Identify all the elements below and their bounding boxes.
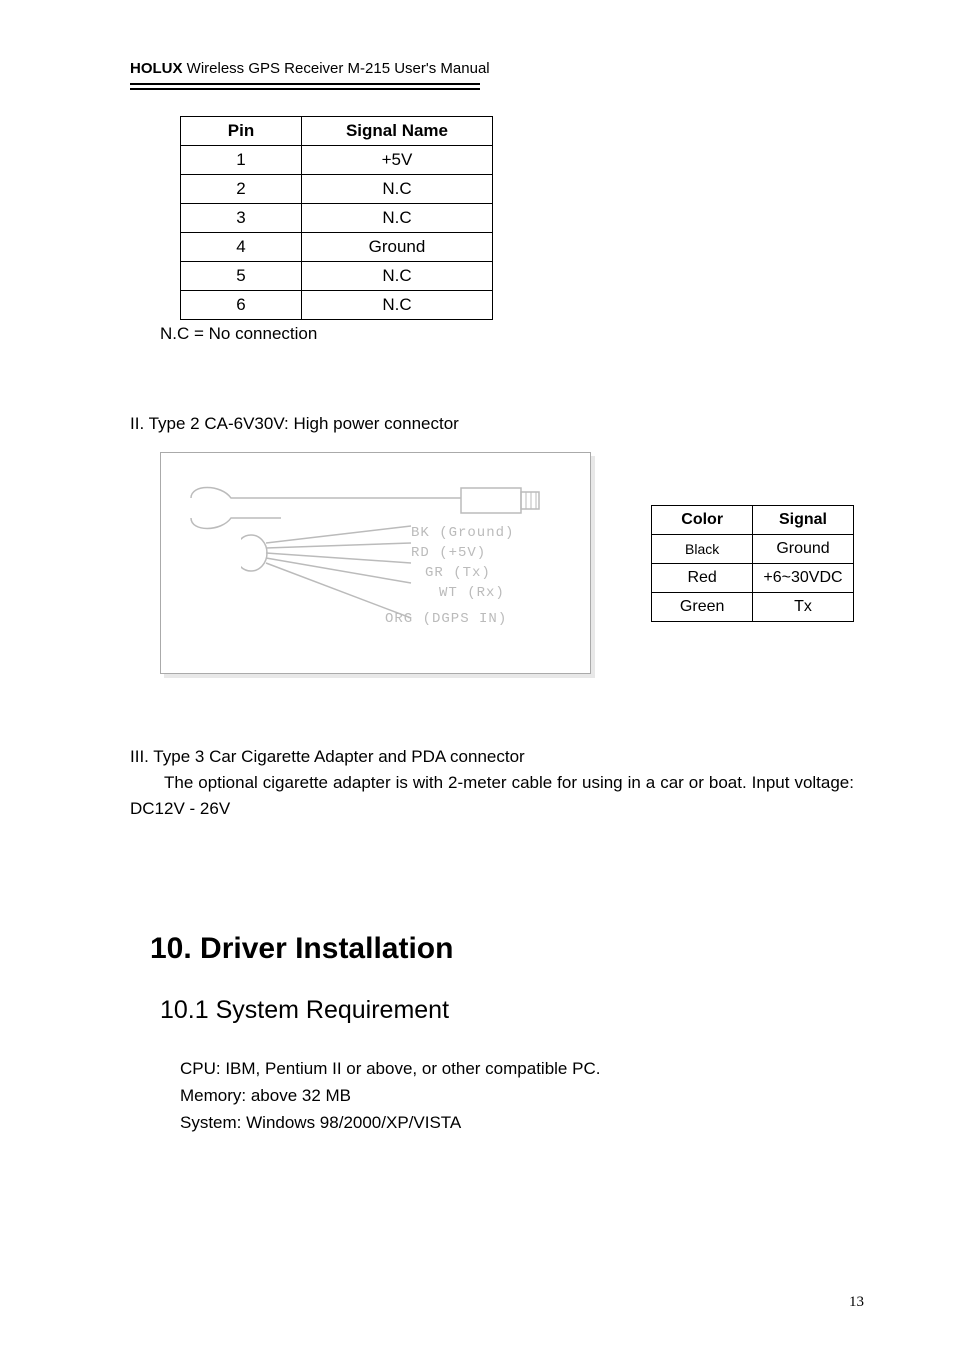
pin-header-pin: Pin — [181, 117, 302, 146]
pin-header-signal: Signal Name — [302, 117, 493, 146]
pin-cell: N.C — [302, 204, 493, 233]
label-wt: WT (Rx) — [439, 583, 571, 603]
pin-cell: 1 — [181, 146, 302, 175]
driver-title: 10. Driver Installation — [150, 932, 854, 966]
section-3-body: The optional cigarette adapter is with 2… — [130, 773, 854, 818]
color-header-signal: Signal — [753, 505, 854, 534]
color-table: Color Signal BlackGround Red+6~30VDC Gre… — [651, 505, 854, 622]
section-3: III. Type 3 Car Cigarette Adapter and PD… — [130, 744, 854, 822]
label-bk: BK (Ground) — [411, 523, 571, 543]
color-cell: Ground — [753, 534, 854, 563]
requirements: CPU: IBM, Pentium II or above, or other … — [180, 1055, 854, 1136]
label-rd: RD (+5V) — [411, 543, 571, 563]
header: HOLUX Wireless GPS Receiver M-215 User's… — [130, 60, 854, 77]
pin-cell: 6 — [181, 291, 302, 320]
color-header-color: Color — [652, 505, 753, 534]
color-cell: Red — [652, 563, 753, 592]
note-text: N.C = No connection — [160, 324, 854, 344]
pin-cell: 3 — [181, 204, 302, 233]
page-number: 13 — [849, 1294, 864, 1311]
pin-cell: N.C — [302, 175, 493, 204]
color-cell: Black — [652, 534, 753, 563]
color-cell: Tx — [753, 592, 854, 621]
header-brand: HOLUX — [130, 60, 183, 77]
pin-cell: N.C — [302, 291, 493, 320]
connector-diagram: BK (Ground) RD (+5V) GR (Tx) WT (Rx) ORG… — [160, 452, 591, 674]
pin-cell: +5V — [302, 146, 493, 175]
section-2-heading: II. Type 2 CA-6V30V: High power connecto… — [130, 414, 854, 434]
diagram-row: BK (Ground) RD (+5V) GR (Tx) WT (Rx) ORG… — [130, 452, 854, 674]
pin-cell: Ground — [302, 233, 493, 262]
page: HOLUX Wireless GPS Receiver M-215 User's… — [0, 0, 954, 1351]
pin-cell: 5 — [181, 262, 302, 291]
pin-cell: 4 — [181, 233, 302, 262]
req-sys: System: Windows 98/2000/XP/VISTA — [180, 1109, 854, 1136]
color-cell: Green — [652, 592, 753, 621]
diagram-labels: BK (Ground) RD (+5V) GR (Tx) WT (Rx) ORG… — [411, 523, 571, 629]
label-gr: GR (Tx) — [425, 563, 571, 583]
label-org: ORG (DGPS IN) — [385, 609, 571, 629]
sysreq-title: 10.1 System Requirement — [160, 996, 854, 1025]
pin-table: Pin Signal Name 1+5V 2N.C 3N.C 4Ground 5… — [180, 116, 493, 320]
color-cell: +6~30VDC — [753, 563, 854, 592]
header-rest: Wireless GPS Receiver M-215 User's Manua… — [183, 60, 490, 77]
req-mem: Memory: above 32 MB — [180, 1082, 854, 1109]
pin-cell: N.C — [302, 262, 493, 291]
pin-cell: 2 — [181, 175, 302, 204]
req-cpu: CPU: IBM, Pentium II or above, or other … — [180, 1055, 854, 1082]
section-3-title: III. Type 3 Car Cigarette Adapter and PD… — [130, 744, 854, 770]
header-rule — [130, 83, 480, 90]
